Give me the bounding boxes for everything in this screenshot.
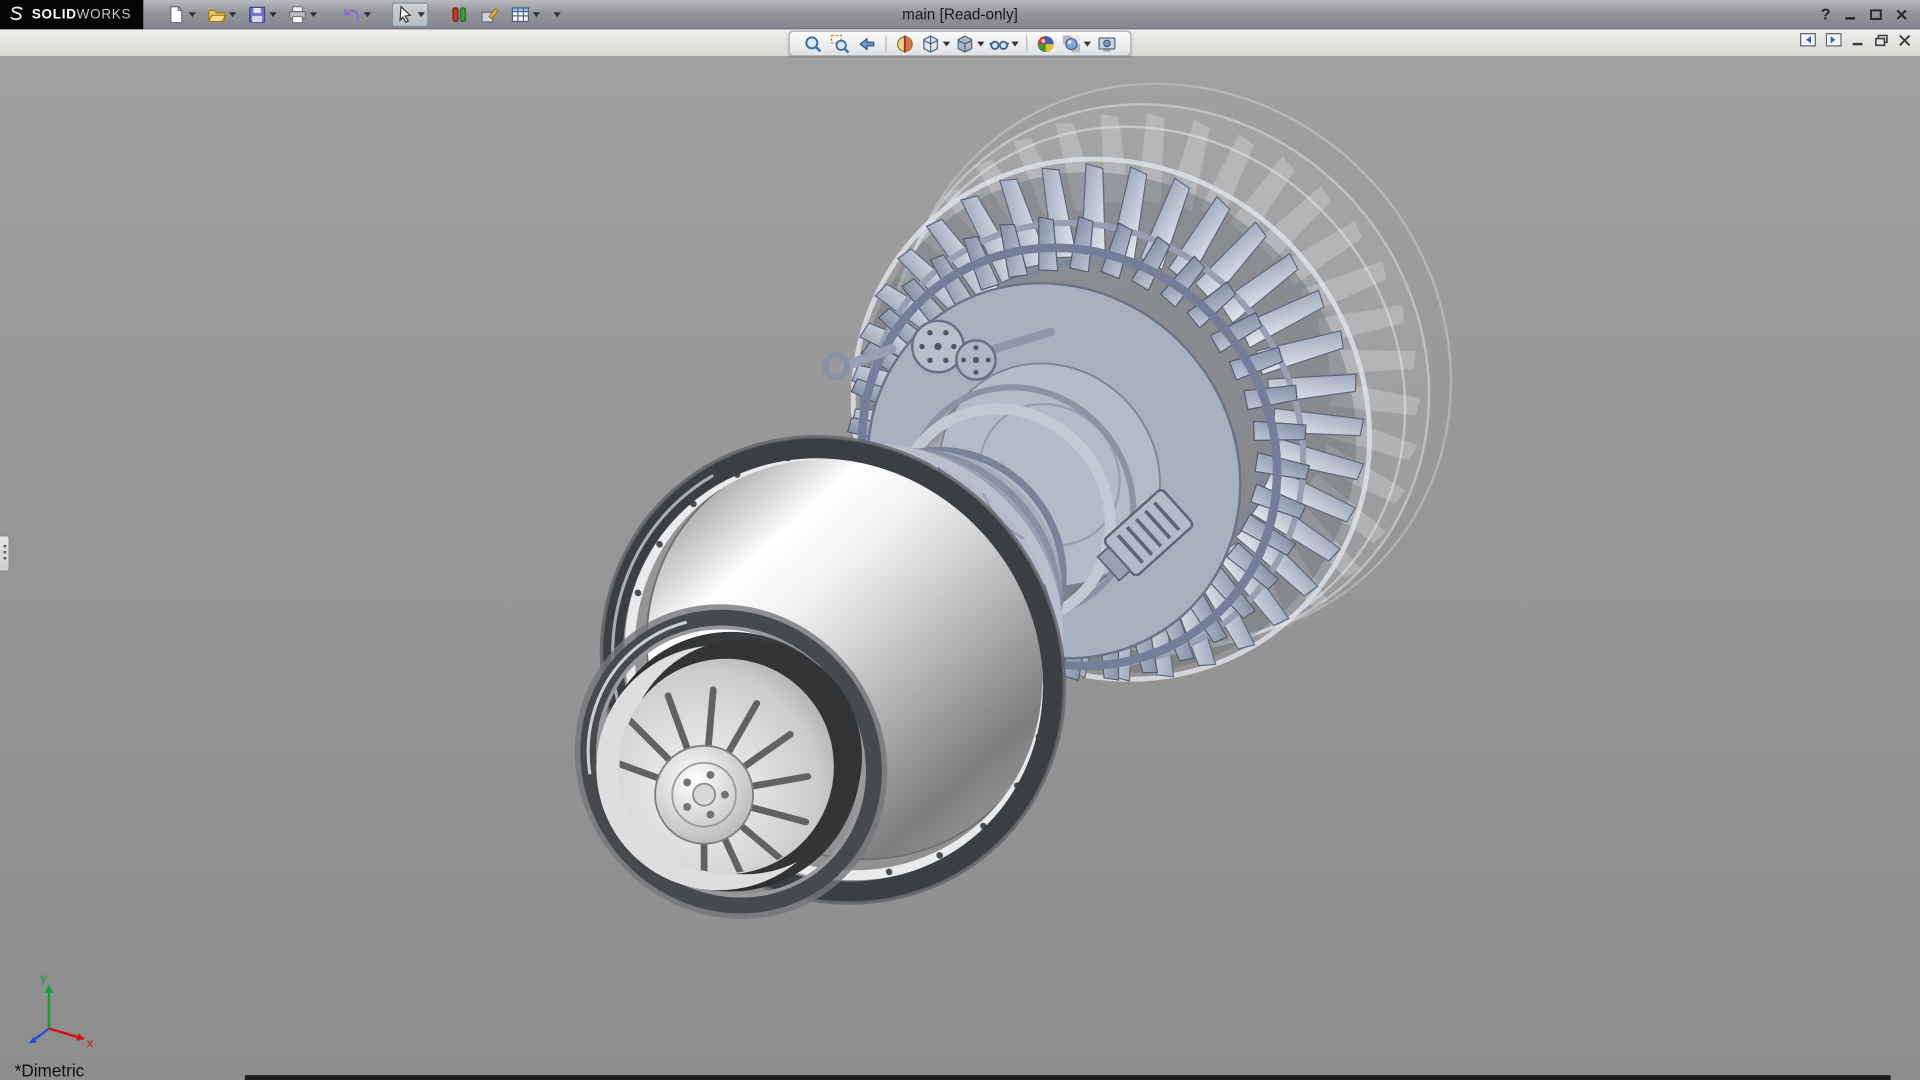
zoom-to-fit-icon: [803, 34, 823, 54]
view-orientation-cube-icon: [921, 34, 941, 54]
apply-scene-button[interactable]: [1060, 33, 1092, 54]
pane-arrow-right-icon: [1826, 33, 1842, 46]
chevron-down-icon: [310, 12, 317, 17]
edit-appearance-tool-button[interactable]: [477, 2, 504, 26]
section-view-button[interactable]: [893, 33, 917, 54]
save-floppy-icon: [248, 4, 268, 24]
open-button[interactable]: [203, 2, 240, 26]
toolbar-options-button[interactable]: [548, 2, 565, 26]
open-folder-icon: [207, 4, 227, 24]
maximize-button[interactable]: [1870, 8, 1882, 20]
xpress-products-icon: [450, 4, 470, 24]
orientation-triad: y x: [20, 967, 98, 1048]
solidworks-window: SOLIDWORKS: [0, 0, 1920, 1080]
xpress-products-button[interactable]: [446, 2, 473, 26]
chevron-down-icon: [977, 41, 984, 46]
undo-arrow-icon: [342, 4, 362, 24]
close-icon: [1898, 34, 1911, 46]
scene-ball-icon: [1062, 34, 1082, 54]
restore-document-button[interactable]: [1875, 34, 1888, 46]
solidworks-logo-icon: [7, 5, 25, 23]
graphics-area[interactable]: y x *Dimetric: [0, 58, 1920, 1080]
previous-view-icon: [857, 34, 877, 54]
new-document-button[interactable]: [163, 2, 200, 26]
show-feature-tree-pane-button[interactable]: [1800, 33, 1816, 46]
triad-y-label: y: [40, 971, 47, 985]
chevron-down-icon: [229, 12, 236, 17]
view-settings-icon: [1097, 34, 1117, 54]
chevron-down-icon: [1084, 41, 1091, 46]
close-icon: [1896, 8, 1908, 20]
select-cursor-icon: [396, 4, 416, 24]
view-orientation-label: *Dimetric: [15, 1060, 85, 1080]
minimize-document-button[interactable]: [1851, 34, 1864, 46]
minimize-button[interactable]: [1844, 8, 1856, 20]
solidworks-logo: SOLIDWORKS: [0, 0, 143, 29]
view-orientation-button[interactable]: [920, 33, 952, 54]
display-style-icon: [955, 34, 975, 54]
heads-up-row: [0, 29, 1920, 57]
minimize-icon: [1851, 34, 1864, 46]
help-button[interactable]: ?: [1821, 5, 1831, 23]
save-button[interactable]: [244, 2, 281, 26]
chevron-down-icon: [1011, 41, 1018, 46]
print-button[interactable]: [284, 2, 321, 26]
zoom-to-fit-button[interactable]: [801, 33, 825, 54]
chevron-down-icon: [554, 12, 561, 17]
appearance-ball-icon: [1036, 34, 1056, 54]
design-table-button[interactable]: [507, 2, 544, 26]
chevron-down-icon: [364, 12, 371, 17]
select-button[interactable]: [392, 2, 429, 26]
chevron-down-icon: [533, 12, 540, 17]
heads-up-view-toolbar: [789, 31, 1132, 57]
previous-view-button[interactable]: [855, 33, 879, 54]
panel-splitter-handle[interactable]: [0, 535, 10, 572]
show-pane-button[interactable]: [1826, 33, 1842, 46]
taskbar-edge[interactable]: [245, 1075, 1891, 1080]
glasses-icon: [989, 34, 1009, 54]
minimize-icon: [1844, 8, 1856, 20]
section-view-icon: [895, 34, 915, 54]
close-button[interactable]: [1896, 8, 1908, 20]
chevron-down-icon: [418, 12, 425, 17]
title-bar: SOLIDWORKS: [0, 0, 1920, 29]
engine-model-scene[interactable]: [0, 58, 1920, 1080]
chevron-down-icon: [270, 12, 277, 17]
pane-arrow-left-icon: [1800, 33, 1816, 46]
display-style-button[interactable]: [954, 33, 986, 54]
edit-appearance-button[interactable]: [1033, 33, 1057, 54]
zoom-to-area-icon: [830, 34, 850, 54]
restore-icon: [1875, 34, 1888, 46]
view-settings-button[interactable]: [1095, 33, 1119, 54]
undo-button[interactable]: [338, 2, 375, 26]
brand-text: SOLIDWORKS: [32, 7, 131, 22]
maximize-icon: [1870, 8, 1882, 20]
splitter-grip-dots: [3, 545, 5, 562]
triad-x-label: x: [87, 1036, 93, 1048]
new-document-icon: [167, 4, 187, 24]
chevron-down-icon: [943, 41, 950, 46]
pencil-box-icon: [480, 4, 500, 24]
hide-show-items-button[interactable]: [988, 33, 1020, 54]
main-toolbar: [163, 2, 565, 26]
spreadsheet-icon: [511, 4, 531, 24]
mdi-window-controls: [1800, 33, 1911, 46]
window-controls: ?: [1821, 5, 1920, 23]
close-document-button[interactable]: [1898, 34, 1911, 46]
chevron-down-icon: [189, 12, 196, 17]
zoom-to-area-button[interactable]: [828, 33, 852, 54]
printer-icon: [288, 4, 308, 24]
